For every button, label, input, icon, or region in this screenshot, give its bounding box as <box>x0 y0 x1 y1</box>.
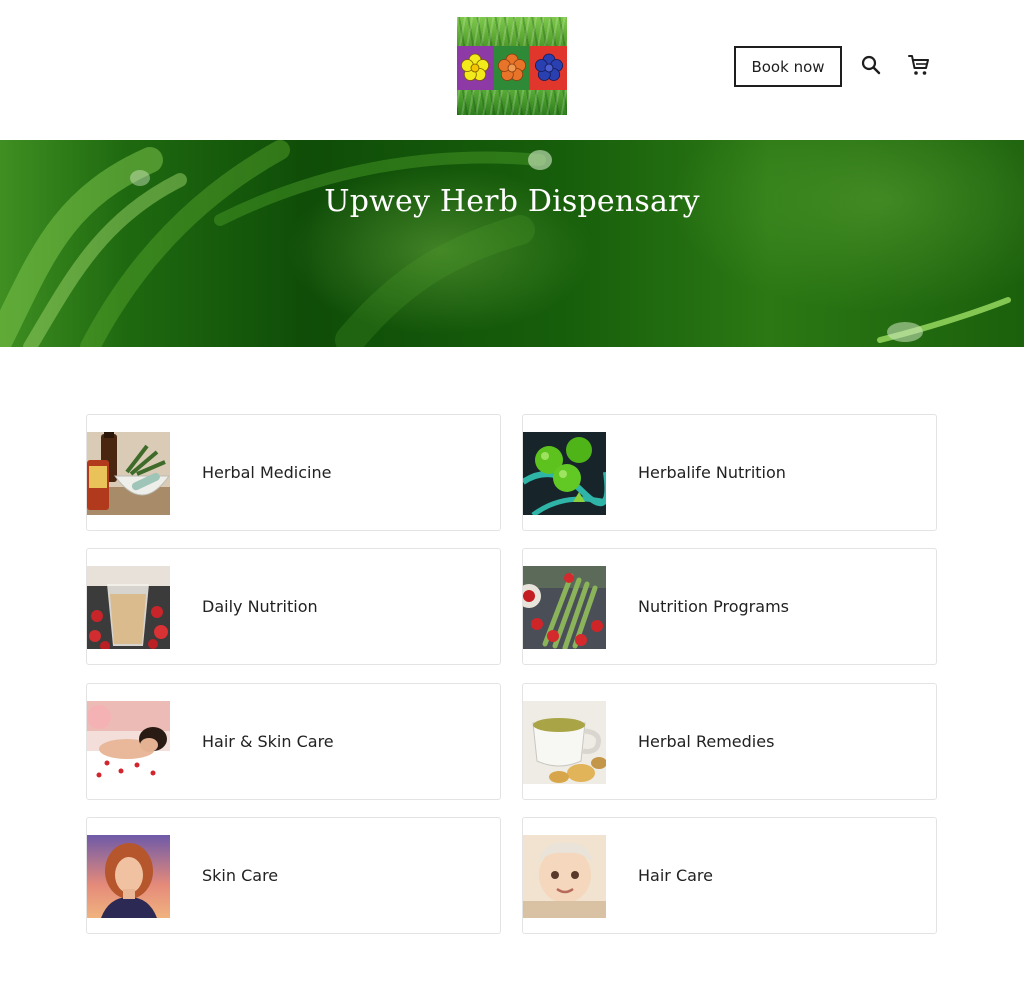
category-label: Hair Care <box>638 866 713 885</box>
skin-care-image <box>87 835 170 918</box>
category-card-herbalife-nutrition[interactable]: Herbalife Nutrition <box>522 414 937 531</box>
category-card-hair-skin-care[interactable]: Hair & Skin Care <box>86 683 501 800</box>
herbal-medicine-image <box>87 432 170 515</box>
category-label: Herbalife Nutrition <box>638 463 786 482</box>
hero-title: Upwey Herb Dispensary <box>324 184 700 219</box>
hero-banner: Upwey Herb Dispensary <box>0 140 1024 347</box>
category-label: Nutrition Programs <box>638 597 789 616</box>
category-label: Hair & Skin Care <box>202 732 334 751</box>
site-header: Book now <box>0 0 1024 140</box>
logo-flower-yellow <box>457 46 494 90</box>
site-logo[interactable] <box>457 17 567 115</box>
hair-care-image <box>523 835 606 918</box>
category-card-nutrition-programs[interactable]: Nutrition Programs <box>522 548 937 665</box>
category-card-skin-care[interactable]: Skin Care <box>86 817 501 934</box>
category-label: Daily Nutrition <box>202 597 318 616</box>
category-card-hair-care[interactable]: Hair Care <box>522 817 937 934</box>
hair-skin-care-image <box>87 701 170 784</box>
logo-flower-orange <box>493 46 531 90</box>
grass-background-image <box>0 140 1011 347</box>
search-button[interactable] <box>858 52 884 78</box>
category-card-herbal-remedies[interactable]: Herbal Remedies <box>522 683 937 800</box>
category-card-daily-nutrition[interactable]: Daily Nutrition <box>86 548 501 665</box>
logo-flower-blue <box>530 46 567 90</box>
herbal-remedies-image <box>523 701 606 784</box>
category-card-herbal-medicine[interactable]: Herbal Medicine <box>86 414 501 531</box>
category-label: Herbal Medicine <box>202 463 332 482</box>
logo-flower-strip <box>457 46 567 90</box>
daily-nutrition-image <box>87 566 170 649</box>
flower-icon <box>461 53 490 81</box>
cart-icon <box>908 55 929 75</box>
flower-icon <box>534 53 563 81</box>
search-icon <box>861 55 881 75</box>
book-now-button[interactable]: Book now <box>734 46 842 87</box>
cart-button[interactable] <box>906 52 932 78</box>
flower-icon <box>497 53 526 81</box>
category-label: Skin Care <box>202 866 279 885</box>
nutrition-programs-image <box>523 566 606 649</box>
category-label: Herbal Remedies <box>638 732 775 751</box>
herbalife-nutrition-image <box>523 432 606 515</box>
